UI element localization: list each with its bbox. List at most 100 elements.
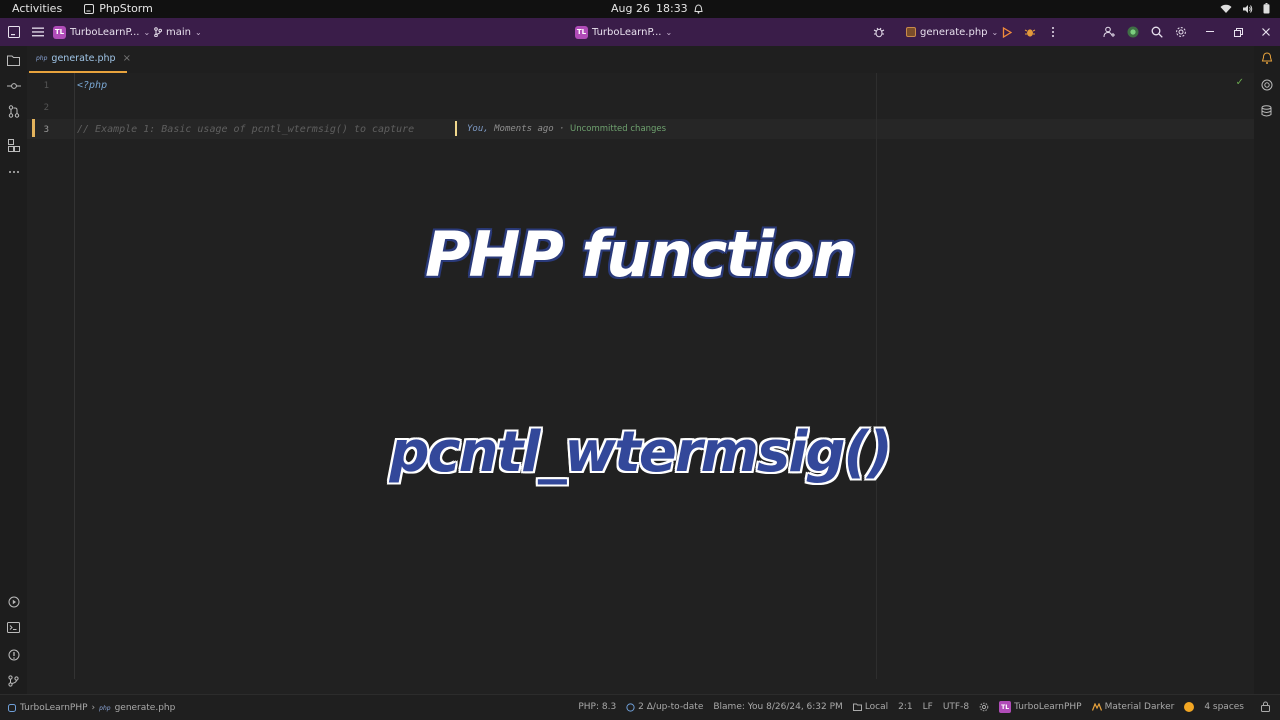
problems-icon[interactable] bbox=[6, 647, 21, 662]
project-name: TurboLearnP... bbox=[70, 26, 140, 38]
overlay-title: PHP function bbox=[425, 218, 857, 291]
theme-widget[interactable]: Material Darker bbox=[1091, 702, 1175, 712]
blame-separator: · bbox=[559, 124, 565, 134]
minimize-icon[interactable] bbox=[1203, 25, 1217, 39]
lock-icon[interactable] bbox=[1261, 701, 1270, 715]
vcs-icon bbox=[626, 702, 635, 712]
project-badge: TL bbox=[53, 25, 66, 39]
structure-icon[interactable] bbox=[6, 138, 21, 153]
local-history-widget[interactable]: Local bbox=[852, 702, 889, 712]
phpstorm-icon bbox=[84, 3, 95, 14]
alarm-icon bbox=[694, 3, 703, 14]
project-widget-name: TurboLearnPHP bbox=[1014, 702, 1082, 712]
encoding-widget[interactable]: UTF-8 bbox=[943, 702, 969, 712]
project-name: TurboLearnP... bbox=[592, 26, 662, 38]
wifi-icon bbox=[1220, 4, 1232, 13]
indent-widget[interactable]: 4 spaces bbox=[1204, 702, 1244, 712]
chevron-down-icon: ⌄ bbox=[195, 27, 202, 37]
project-folder-icon[interactable] bbox=[6, 53, 21, 68]
phpstorm-logo-icon[interactable] bbox=[7, 25, 21, 39]
ai-chat-icon[interactable] bbox=[1259, 77, 1274, 92]
more-actions-icon[interactable] bbox=[1046, 25, 1060, 39]
restore-icon[interactable] bbox=[1231, 25, 1245, 39]
material-theme-icon bbox=[1091, 703, 1102, 711]
debug-bug-icon[interactable] bbox=[872, 25, 886, 39]
project-module-icon bbox=[8, 704, 16, 712]
settings-gear-icon[interactable] bbox=[1174, 25, 1188, 39]
pull-requests-icon[interactable] bbox=[6, 104, 21, 119]
vcs-change-marker[interactable] bbox=[32, 119, 35, 137]
left-tool-window-bar bbox=[0, 46, 27, 694]
project-widget[interactable]: TL TurboLearnPHP bbox=[999, 701, 1082, 713]
caret-position-widget[interactable]: 2:1 bbox=[898, 702, 912, 712]
status-indicator[interactable] bbox=[1184, 702, 1195, 712]
branch-name: main bbox=[166, 26, 191, 38]
system-top-bar: Activities PhpStorm Aug 26 18:33 bbox=[0, 0, 1280, 18]
no-problems-check-icon[interactable]: ✓ bbox=[1236, 77, 1244, 88]
close-tab-icon[interactable]: × bbox=[123, 53, 131, 64]
php-config-icon bbox=[906, 27, 916, 37]
blame-author: You, bbox=[467, 124, 489, 134]
php-file-icon: php bbox=[36, 55, 48, 62]
run-config-selector[interactable]: generate.php ⌄ bbox=[906, 18, 998, 46]
project-selector[interactable]: TL TurboLearnP... ⌄ bbox=[53, 18, 150, 46]
tab-label: generate.php bbox=[51, 53, 116, 64]
vcs-status-widget[interactable]: 2 Δ/up-to-date bbox=[626, 702, 703, 712]
inspection-settings-icon[interactable] bbox=[979, 702, 989, 712]
main-menu-icon[interactable] bbox=[31, 25, 45, 39]
php-file-icon: php bbox=[99, 704, 111, 712]
battery-icon bbox=[1263, 3, 1270, 14]
more-tool-windows-icon[interactable] bbox=[6, 164, 21, 179]
services-icon[interactable] bbox=[6, 594, 21, 609]
volume-icon bbox=[1243, 4, 1253, 13]
date-text: Aug 26 bbox=[611, 2, 650, 15]
vcs-status-text: 2 Δ/up-to-date bbox=[638, 702, 704, 712]
debug-icon[interactable] bbox=[1023, 25, 1037, 39]
inline-blame[interactable]: You, Moments ago · Uncommitted changes bbox=[467, 124, 666, 134]
terminal-icon[interactable] bbox=[6, 620, 21, 635]
php-version-widget[interactable]: PHP: 8.3 bbox=[578, 702, 616, 712]
folder-icon bbox=[852, 703, 862, 711]
code-line-3[interactable]: // Example 1: Basic usage of pcntl_wterm… bbox=[77, 124, 420, 135]
git-icon[interactable] bbox=[6, 673, 21, 688]
project-badge: TL bbox=[999, 701, 1012, 713]
code-editor[interactable]: 1 2 3 <?php // Example 1: Basic usage of… bbox=[27, 73, 1254, 679]
status-dot-icon bbox=[1184, 702, 1195, 712]
search-icon[interactable] bbox=[1150, 25, 1164, 39]
ai-assistant-icon[interactable] bbox=[1126, 25, 1140, 39]
center-project-selector[interactable]: TL TurboLearnP... ⌄ bbox=[575, 18, 672, 46]
code-line-1[interactable]: <?php bbox=[77, 80, 107, 91]
text-caret bbox=[455, 121, 457, 136]
system-tray[interactable] bbox=[1220, 3, 1270, 14]
blame-widget[interactable]: Blame: You 8/26/24, 6:32 PM bbox=[713, 702, 842, 712]
commit-icon[interactable] bbox=[6, 78, 21, 93]
close-window-icon[interactable] bbox=[1259, 25, 1273, 39]
editor-tab-bar: php generate.php × bbox=[27, 46, 1254, 73]
line-ending-widget[interactable]: LF bbox=[923, 702, 933, 712]
time-text: 18:33 bbox=[655, 2, 688, 15]
theme-name: Material Darker bbox=[1104, 702, 1175, 712]
gutter-divider bbox=[74, 73, 75, 679]
chevron-down-icon: ⌄ bbox=[143, 27, 151, 37]
blame-status: Uncommitted changes bbox=[569, 124, 667, 134]
breadcrumb: TurboLearnPHP › php generate.php bbox=[8, 703, 175, 713]
database-icon[interactable] bbox=[1259, 103, 1274, 118]
clock[interactable]: Aug 26 18:33 bbox=[611, 2, 703, 15]
local-text: Local bbox=[864, 702, 889, 712]
ide-main-toolbar: TL TurboLearnP... ⌄ main ⌄ TL TurboLearn… bbox=[0, 18, 1280, 46]
app-name: PhpStorm bbox=[99, 2, 153, 15]
app-menu[interactable]: PhpStorm bbox=[84, 2, 153, 15]
chevron-down-icon: ⌄ bbox=[665, 27, 673, 37]
tab-generate-php[interactable]: php generate.php × bbox=[29, 46, 131, 73]
git-branch-icon bbox=[154, 27, 162, 37]
line-number: 1 bbox=[43, 81, 49, 91]
activities-button[interactable]: Activities bbox=[12, 2, 62, 15]
branch-selector[interactable]: main ⌄ bbox=[154, 18, 202, 46]
breadcrumb-file[interactable]: generate.php bbox=[115, 703, 176, 713]
code-with-me-icon[interactable] bbox=[1102, 25, 1116, 39]
run-icon[interactable] bbox=[1000, 25, 1014, 39]
breadcrumb-project[interactable]: TurboLearnPHP bbox=[20, 703, 88, 713]
notifications-bell-icon[interactable] bbox=[1259, 51, 1274, 66]
breadcrumb-separator-icon: › bbox=[91, 703, 96, 713]
line-number: 3 bbox=[43, 125, 49, 135]
